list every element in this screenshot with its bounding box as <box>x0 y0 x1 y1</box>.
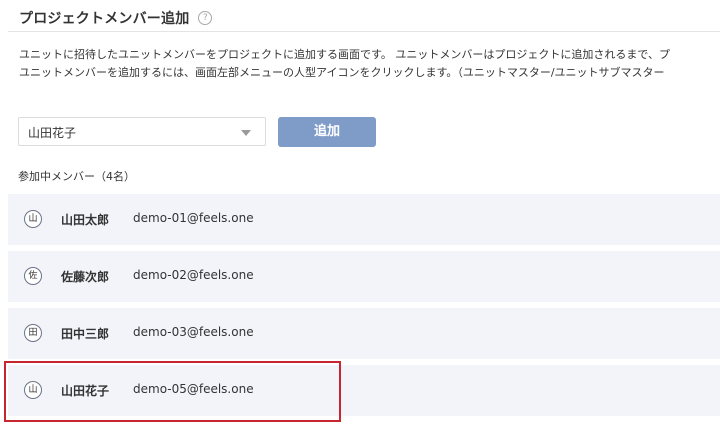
member-row: 田 田中三郎 demo-03@feels.one <box>8 308 720 359</box>
avatar: 佐 <box>24 267 42 285</box>
member-row: 山 山田花子 demo-05@feels.one <box>8 365 720 416</box>
member-email: demo-01@feels.one <box>133 211 254 225</box>
member-email: demo-02@feels.one <box>133 268 254 282</box>
chevron-down-icon <box>241 130 251 136</box>
avatar: 山 <box>24 381 42 399</box>
member-name: 佐藤次郎 <box>61 270 110 284</box>
member-email: demo-05@feels.one <box>133 382 254 396</box>
page-description: ユニットに招待したユニットメンバーをプロジェクトに追加する画面です。 ユニットメ… <box>19 46 720 82</box>
avatar: 田 <box>24 324 42 342</box>
add-project-member-page: プロジェクトメンバー追加 ? ユニットに招待したユニットメンバーをプロジェクトに… <box>0 0 720 437</box>
member-name: 山田花子 <box>61 384 110 398</box>
member-name: 山田太郎 <box>61 213 110 227</box>
member-select-value: 山田花子 <box>28 126 77 140</box>
add-button[interactable]: 追加 <box>278 117 376 147</box>
description-line-1: ユニットに招待したユニットメンバーをプロジェクトに追加する画面です。 ユニットメ… <box>19 48 670 61</box>
page-header: プロジェクトメンバー追加 ? <box>19 8 213 28</box>
header-divider <box>8 31 720 32</box>
description-line-2: ユニットメンバーを追加するには、画面左部メニューの人型アイコンをクリックします。… <box>19 66 665 79</box>
member-name: 田中三郎 <box>61 327 110 341</box>
member-row: 山 山田太郎 demo-01@feels.one <box>8 194 720 245</box>
avatar: 山 <box>24 210 42 228</box>
member-select[interactable]: 山田花子 <box>18 117 266 146</box>
member-row: 佐 佐藤次郎 demo-02@feels.one <box>8 251 720 302</box>
member-email: demo-03@feels.one <box>133 325 254 339</box>
members-heading: 参加中メンバー（4名） <box>18 170 135 183</box>
page-title: プロジェクトメンバー追加 <box>19 11 190 27</box>
help-icon[interactable]: ? <box>198 11 213 25</box>
